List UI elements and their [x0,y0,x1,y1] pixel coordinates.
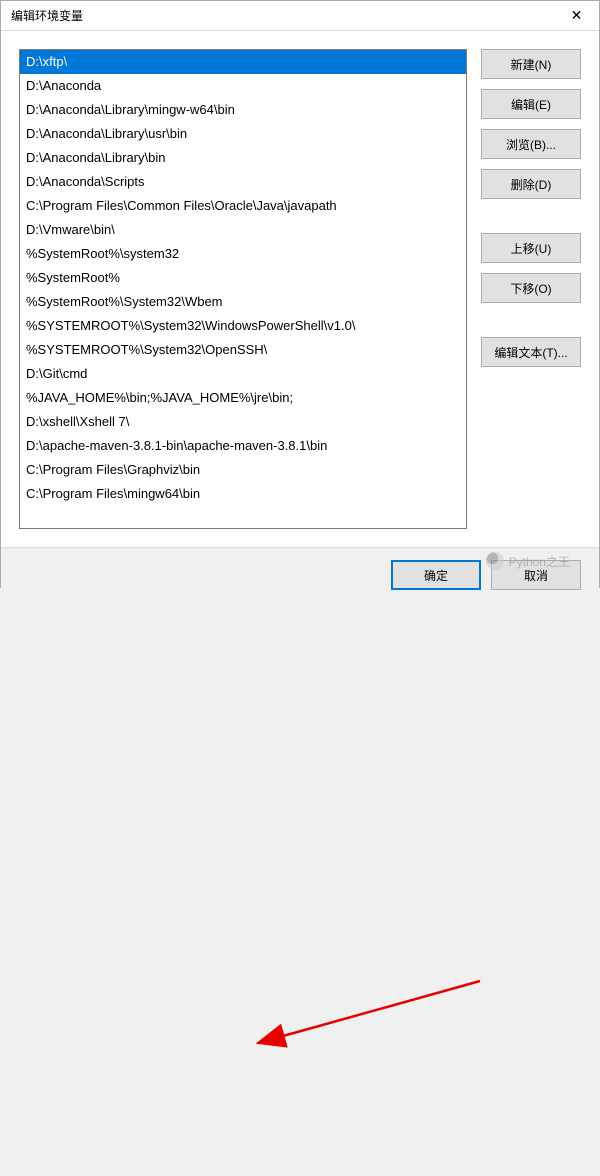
window-title: 编辑环境变量 [11,7,83,24]
close-icon: ✕ [571,7,583,24]
browse-button[interactable]: 浏览(B)... [481,129,581,159]
move-down-button[interactable]: 下移(O) [481,273,581,303]
delete-button[interactable]: 删除(D) [481,169,581,199]
watermark-text: Python之王 [509,553,570,570]
list-item[interactable]: C:\Program Files\mingw64\bin [20,482,466,506]
list-item[interactable]: %JAVA_HOME%\bin;%JAVA_HOME%\jre\bin; [20,386,466,410]
list-item[interactable]: %SYSTEMROOT%\System32\WindowsPowerShell\… [20,314,466,338]
list-item[interactable]: C:\Program Files\Common Files\Oracle\Jav… [20,194,466,218]
edit-text-button[interactable]: 编辑文本(T)... [481,337,581,367]
dialog-window: 编辑环境变量 ✕ D:\xftp\D:\AnacondaD:\Anaconda\… [0,0,600,588]
list-item[interactable]: %SystemRoot%\System32\Wbem [20,290,466,314]
content-area: D:\xftp\D:\AnacondaD:\Anaconda\Library\m… [1,31,599,547]
edit-button[interactable]: 编辑(E) [481,89,581,119]
list-item[interactable]: D:\Anaconda\Library\usr\bin [20,122,466,146]
watermark: Python之王 [486,552,570,570]
ok-button[interactable]: 确定 [391,560,481,590]
list-item[interactable]: %SystemRoot%\system32 [20,242,466,266]
list-item[interactable]: D:\xshell\Xshell 7\ [20,410,466,434]
path-listbox[interactable]: D:\xftp\D:\AnacondaD:\Anaconda\Library\m… [19,49,467,529]
main-row: D:\xftp\D:\AnacondaD:\Anaconda\Library\m… [19,49,581,529]
list-item[interactable]: D:\Git\cmd [20,362,466,386]
annotation-arrow [0,588,600,1176]
close-button[interactable]: ✕ [554,1,599,31]
list-item[interactable]: %SYSTEMROOT%\System32\OpenSSH\ [20,338,466,362]
list-item[interactable]: C:\Program Files\Graphviz\bin [20,458,466,482]
list-item[interactable]: D:\Anaconda\Scripts [20,170,466,194]
list-item[interactable]: D:\Anaconda [20,74,466,98]
list-item[interactable]: D:\Anaconda\Library\bin [20,146,466,170]
list-item[interactable]: D:\Anaconda\Library\mingw-w64\bin [20,98,466,122]
list-item[interactable]: %SystemRoot% [20,266,466,290]
list-item[interactable]: D:\Vmware\bin\ [20,218,466,242]
button-column: 新建(N) 编辑(E) 浏览(B)... 删除(D) 上移(U) 下移(O) 编… [481,49,581,529]
titlebar: 编辑环境变量 ✕ [1,1,599,31]
move-up-button[interactable]: 上移(U) [481,233,581,263]
new-button[interactable]: 新建(N) [481,49,581,79]
watermark-icon [486,552,504,570]
list-item[interactable]: D:\apache-maven-3.8.1-bin\apache-maven-3… [20,434,466,458]
list-item[interactable]: D:\xftp\ [20,50,466,74]
